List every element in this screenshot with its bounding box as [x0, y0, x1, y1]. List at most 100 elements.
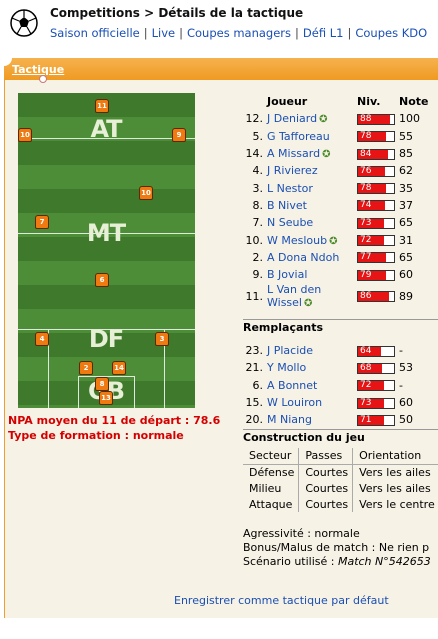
shirt-icon[interactable]: 10 — [18, 128, 32, 142]
player-number: 6. — [252, 378, 264, 392]
zone-df: DF — [88, 325, 124, 353]
construction-table: Secteur Passes Orientation Défense Courte… — [243, 448, 438, 512]
shirt-icon[interactable]: 9 — [172, 128, 186, 142]
tab-indicator-icon — [39, 75, 47, 83]
level-value: 78 — [360, 131, 372, 142]
player-name-link[interactable]: L Nestor — [267, 182, 313, 195]
level-bar: 78 — [357, 183, 395, 195]
player-name-link[interactable]: A Missard — [267, 147, 320, 160]
player-row: 8. B Nivet 74 37 — [243, 197, 428, 214]
shirt-icon[interactable]: 13 — [99, 391, 113, 405]
player-number: 9. — [252, 268, 264, 282]
player-number: 21. — [245, 361, 264, 375]
level-value: 74 — [360, 200, 372, 211]
starters-table: Joueur Niv. Note 12. J Deniard ✪ 88 100 5. G T… — [243, 93, 429, 309]
player-row: 7. N Seube 73 65 — [243, 214, 428, 231]
player-note: 100 — [399, 112, 420, 126]
player-name-link[interactable]: L Van den Wissel — [267, 283, 321, 309]
football-icon — [10, 9, 38, 37]
bonus-malus: Bonus/Malus de match : Ne rien p — [243, 541, 430, 554]
shirt-icon[interactable]: 8 — [95, 377, 109, 391]
player-note: 65 — [399, 250, 413, 264]
player-row: 21. Y Mollo 68 53 — [243, 359, 414, 376]
player-note: 31 — [399, 233, 413, 247]
player-row: 11. L Van den Wissel ✪ 86 89 — [243, 283, 428, 309]
shirt-icon[interactable]: 4 — [35, 332, 49, 346]
level-value: 68 — [360, 362, 372, 373]
player-name-link[interactable]: W Mesloub — [267, 234, 327, 247]
shirt-icon[interactable]: 3 — [155, 332, 169, 346]
nav-defi-l1[interactable]: Défi L1 — [303, 26, 344, 40]
zone-mt: MT — [86, 219, 126, 247]
player-number: 15. — [245, 396, 264, 410]
breadcrumb: Competitions > Détails de la tactique — [50, 6, 304, 20]
player-row: 10. W Mesloub ✪ 72 31 — [243, 231, 428, 248]
level-bar: 73 — [357, 217, 395, 229]
subs-table: 23. J Placide 64 - 21. Y Mollo 68 53 6. A Bonnet 7… — [243, 342, 414, 428]
nav-live[interactable]: Live — [152, 26, 175, 40]
player-name-link[interactable]: G Tafforeau — [267, 130, 330, 143]
level-value: 86 — [360, 291, 372, 302]
shirt-icon[interactable]: 14 — [112, 361, 126, 375]
nav-saison-officielle[interactable]: Saison officielle — [50, 26, 140, 40]
player-note: 85 — [399, 147, 413, 161]
player-row: 9. B Jovial 79 60 — [243, 266, 428, 283]
player-number: 4. — [252, 164, 264, 178]
level-value: 78 — [360, 183, 372, 194]
player-name-link[interactable]: A Bonnet — [267, 379, 317, 392]
player-number: 20. — [245, 413, 264, 427]
col-joueur: Joueur — [267, 95, 308, 109]
player-row: 2. A Dona Ndoh 77 65 — [243, 249, 428, 266]
level-value: 64 — [360, 345, 372, 356]
shirt-icon[interactable]: 6 — [95, 273, 109, 287]
player-number: 5. — [252, 129, 264, 143]
player-row: 14. A Missard ✪ 84 85 — [243, 145, 428, 162]
player-note: 53 — [399, 361, 413, 375]
level-value: 84 — [360, 148, 372, 159]
shirt-icon[interactable]: 2 — [79, 361, 93, 375]
shirt-icon[interactable]: 11 — [95, 99, 109, 113]
player-row: 20. M Niang 71 50 — [243, 411, 414, 428]
level-value: 72 — [360, 380, 372, 391]
level-value: 73 — [360, 217, 372, 228]
player-row: 12. J Deniard ✪ 88 100 — [243, 110, 428, 127]
level-bar: 72 — [357, 380, 395, 392]
tab-tactique[interactable]: Tactique — [12, 63, 64, 76]
shirt-icon[interactable]: 7 — [35, 215, 49, 229]
star-icon: ✪ — [303, 298, 313, 310]
top-nav: Saison officielle | Live | Coupes managers | D… — [50, 26, 428, 40]
level-bar: 74 — [357, 200, 395, 212]
level-value: 88 — [360, 113, 372, 124]
player-name-link[interactable]: W Louiron — [267, 396, 322, 409]
level-bar: 68 — [357, 362, 395, 374]
save-default-tactic-link[interactable]: Enregistrer comme tactique par défaut — [174, 594, 389, 607]
player-note: 50 — [399, 413, 413, 427]
player-name-link[interactable]: J Placide — [267, 344, 313, 357]
tab-bar — [4, 58, 438, 80]
player-name-link[interactable]: Y Mollo — [267, 361, 306, 374]
formation-type: Type de formation : normale — [8, 429, 184, 442]
player-note: 35 — [399, 181, 413, 195]
player-name-link[interactable]: A Dona Ndoh — [267, 251, 339, 264]
player-number: 10. — [245, 233, 264, 247]
player-name-link[interactable]: J Rivierez — [267, 164, 318, 177]
level-bar: 71 — [357, 414, 395, 426]
nav-coupes-managers[interactable]: Coupes managers — [187, 26, 291, 40]
player-row: 4. J Rivierez 76 62 — [243, 162, 428, 179]
shirt-icon[interactable]: 10 — [139, 186, 153, 200]
player-number: 12. — [245, 112, 264, 126]
level-value: 73 — [360, 397, 372, 408]
player-name-link[interactable]: B Nivet — [267, 199, 307, 212]
player-name-link[interactable]: J Deniard — [267, 112, 317, 125]
player-note: - — [399, 378, 403, 392]
nav-coupes-kdo[interactable]: Coupes KDO — [355, 26, 427, 40]
player-row: 15. W Louiron 73 60 — [243, 394, 414, 411]
player-number: 23. — [245, 344, 264, 358]
player-name-link[interactable]: M Niang — [267, 413, 312, 426]
player-note: 60 — [399, 396, 413, 410]
player-name-link[interactable]: B Jovial — [267, 268, 307, 281]
player-name-link[interactable]: N Seube — [267, 216, 313, 229]
player-number: 8. — [252, 198, 264, 212]
level-bar: 79 — [357, 269, 395, 281]
scenario: Scénario utilisé : Match N°542653 — [243, 555, 431, 568]
